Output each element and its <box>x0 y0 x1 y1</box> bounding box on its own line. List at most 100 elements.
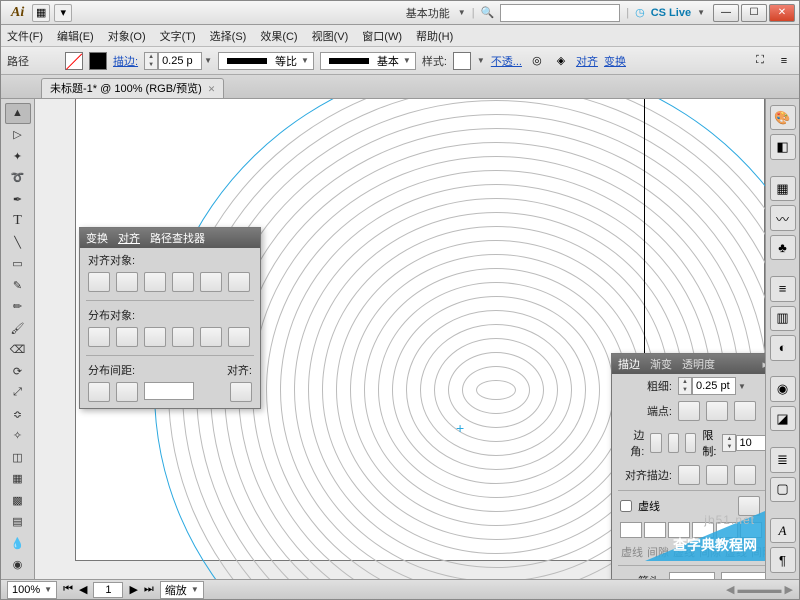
opacity-link[interactable]: 不透... <box>491 53 522 69</box>
stroke-link[interactable]: 描边: <box>113 53 138 69</box>
menu-window[interactable]: 窗口(W) <box>362 28 402 44</box>
close-tab-icon[interactable]: ✕ <box>208 79 216 99</box>
close-button[interactable]: ✕ <box>769 4 795 22</box>
dock-swatches-icon[interactable]: ▦ <box>770 176 796 201</box>
tab-transparency[interactable]: 透明度 <box>682 356 715 372</box>
dock-character-icon[interactable]: A <box>770 518 796 543</box>
menu-file[interactable]: 文件(F) <box>7 28 43 44</box>
recolor2-icon[interactable]: ◈ <box>552 52 570 70</box>
align-link[interactable]: 对齐 <box>576 53 598 69</box>
limit-field[interactable]: ▲▼10 <box>722 434 765 452</box>
mesh-tool[interactable]: ▩ <box>5 490 31 511</box>
weight-field[interactable]: ▲▼0.25 pt▼ <box>678 377 746 395</box>
cslive-icon[interactable]: ◷ <box>635 6 645 19</box>
menu-select[interactable]: 选择(S) <box>210 28 247 44</box>
align-left-button[interactable] <box>88 272 110 292</box>
dock-graphicstyles-icon[interactable]: ◪ <box>770 406 796 431</box>
menu-effect[interactable]: 效果(C) <box>260 28 297 44</box>
align-bottom-button[interactable] <box>228 272 250 292</box>
align-hcenter-button[interactable] <box>116 272 138 292</box>
corner-miter-button[interactable] <box>650 433 661 453</box>
alignstroke-center-button[interactable] <box>678 465 700 485</box>
search-input[interactable] <box>500 4 620 22</box>
dock-gradient-icon[interactable]: ▥ <box>770 306 796 331</box>
perspective-tool[interactable]: ▦ <box>5 469 31 490</box>
tab-transform[interactable]: 变换 <box>86 230 108 246</box>
dist-spacing-v-button[interactable] <box>88 382 110 402</box>
gradient-tool[interactable]: ▤ <box>5 512 31 533</box>
scale-tool[interactable]: ⤢ <box>5 383 31 404</box>
selection-tool[interactable]: ▲ <box>5 103 31 124</box>
menu-view[interactable]: 视图(V) <box>312 28 349 44</box>
nav-first-icon[interactable]: ⏮ <box>63 583 73 596</box>
dock-artboards-icon[interactable]: ▢ <box>770 477 796 502</box>
dock-stroke-icon[interactable]: ≡ <box>770 276 796 301</box>
free-transform-tool[interactable]: ✧ <box>5 426 31 447</box>
corner-round-button[interactable] <box>668 433 679 453</box>
nav-next-icon[interactable]: ▶ <box>129 583 137 596</box>
stroke-swatch[interactable] <box>89 52 107 70</box>
pencil-tool[interactable]: ✏ <box>5 297 31 318</box>
dock-appearance-icon[interactable]: ◉ <box>770 376 796 401</box>
arrow-start-combo[interactable]: ▼ <box>669 572 715 579</box>
document-tab[interactable]: 未标题-1* @ 100% (RGB/预览)✕ <box>41 78 224 98</box>
align-right-button[interactable] <box>144 272 166 292</box>
lasso-tool[interactable]: ➰ <box>5 168 31 189</box>
align-vcenter-button[interactable] <box>200 272 222 292</box>
line-tool[interactable]: ╲ <box>5 232 31 253</box>
dash-checkbox[interactable] <box>620 500 632 512</box>
blob-brush-tool[interactable]: 🖌 <box>5 318 31 339</box>
arrow-end-combo[interactable]: ▼ <box>721 572 765 579</box>
dist-bottom-button[interactable] <box>144 327 166 347</box>
dist-left-button[interactable] <box>172 327 194 347</box>
tab-gradient[interactable]: 渐变 <box>650 356 672 372</box>
nav-prev-icon[interactable]: ◀ <box>79 583 87 596</box>
isolate-icon[interactable]: ⛶ <box>751 52 769 70</box>
minimize-button[interactable]: — <box>713 4 739 22</box>
tab-pathfinder[interactable]: 路径查找器 <box>150 230 205 246</box>
dock-symbols-icon[interactable]: ♣ <box>770 235 796 260</box>
dist-vcenter-button[interactable] <box>116 327 138 347</box>
alignto-button[interactable] <box>230 382 252 402</box>
pen-tool[interactable]: ✒ <box>5 189 31 210</box>
menu-type[interactable]: 文字(T) <box>160 28 196 44</box>
spacing-field[interactable] <box>144 382 194 400</box>
stroke-weight-field[interactable]: ▲▼0.25 p▼ <box>144 52 212 70</box>
dock-transparency-icon[interactable]: ◐ <box>770 335 796 360</box>
dist-spacing-h-button[interactable] <box>116 382 138 402</box>
tab-stroke[interactable]: 描边 <box>618 356 640 372</box>
dock-brushes-icon[interactable]: 〰 <box>770 205 796 230</box>
maximize-button[interactable]: ☐ <box>741 4 767 22</box>
align-panel[interactable]: 变换 对齐 路径查找器 对齐对象: 分布对象: <box>79 227 261 409</box>
fill-swatch[interactable] <box>65 52 83 70</box>
dist-top-button[interactable] <box>88 327 110 347</box>
zoom-combo[interactable]: 100%▼ <box>7 581 57 599</box>
alignstroke-inside-button[interactable] <box>706 465 728 485</box>
dock-color-icon[interactable]: 🎨 <box>770 105 796 130</box>
recolor-icon[interactable]: ◎ <box>528 52 546 70</box>
tab-align[interactable]: 对齐 <box>118 230 140 246</box>
rectangle-tool[interactable]: ▭ <box>5 254 31 275</box>
shape-builder-tool[interactable]: ◫ <box>5 447 31 468</box>
direct-select-tool[interactable]: ▷ <box>5 125 31 146</box>
width-tool[interactable]: ≎ <box>5 404 31 425</box>
eraser-tool[interactable]: ⌫ <box>5 340 31 361</box>
magic-wand-tool[interactable]: ✦ <box>5 146 31 167</box>
cslive-link[interactable]: CS Live <box>651 7 691 19</box>
cap-square-button[interactable] <box>734 401 756 421</box>
panel-collapse-icon[interactable]: ▸▸ <box>763 358 765 371</box>
dist-right-button[interactable] <box>228 327 250 347</box>
app-arrange-icon[interactable]: ▾ <box>54 4 72 22</box>
nav-last-icon[interactable]: ⏭ <box>144 583 154 596</box>
brush-combo[interactable]: 基本▼ <box>320 52 416 70</box>
menu-help[interactable]: 帮助(H) <box>416 28 453 44</box>
eyedropper-tool[interactable]: 💧 <box>5 533 31 554</box>
brush-tool[interactable]: ✎ <box>5 275 31 296</box>
workspace-selector[interactable]: 基本功能 <box>406 5 450 21</box>
dash-profile-combo[interactable]: 等比▼ <box>218 52 314 70</box>
corner-bevel-button[interactable] <box>685 433 696 453</box>
alignstroke-outside-button[interactable] <box>734 465 756 485</box>
canvas-area[interactable]: + 变换 对齐 路径查找器 对齐对象: <box>35 99 765 579</box>
cap-round-button[interactable] <box>706 401 728 421</box>
mode-combo[interactable]: 缩放▼ <box>160 581 204 599</box>
